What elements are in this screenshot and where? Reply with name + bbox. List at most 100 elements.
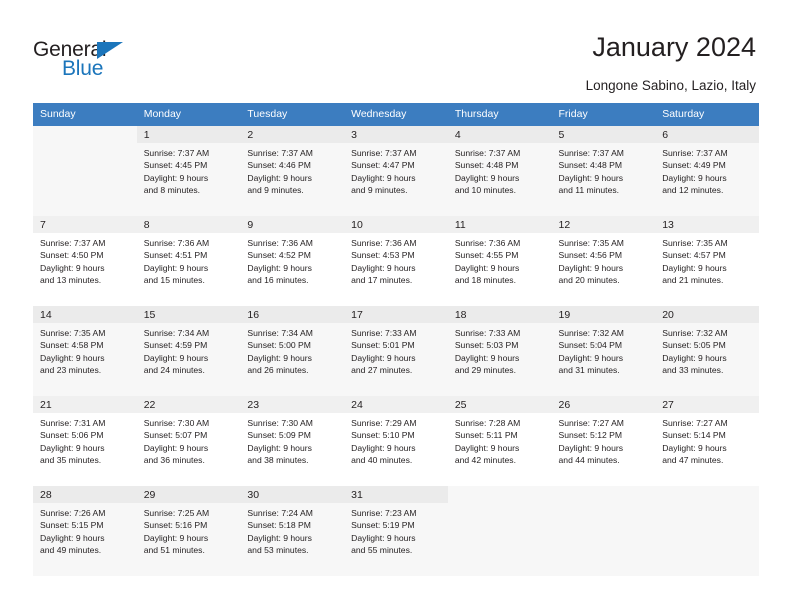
sunrise-text: Sunrise: 7:37 AM — [351, 148, 417, 158]
sunrise-text: Sunrise: 7:29 AM — [351, 418, 417, 428]
calendar-day-cell[interactable]: 8 Sunrise: 7:36 AM Sunset: 4:51 PM Daylight… — [136, 216, 241, 306]
calendar-day-cell[interactable]: 31 Sunrise: 7:23 AM Sunset: 5:19 PM Dayligh… — [344, 486, 448, 576]
calendar-day-cell[interactable]: 28 Sunrise: 7:26 AM Sunset: 5:15 PM Dayligh… — [33, 486, 137, 576]
daylight-text-line1: Daylight: 9 hours — [351, 352, 416, 363]
daylight-text-line2: and 33 minutes. — [662, 365, 724, 376]
day-number: 20 — [655, 306, 759, 323]
daylight-text-line2: and 55 minutes. — [351, 545, 413, 556]
day-details: Sunrise: 7:25 AM Sunset: 5:16 PM Daylight:… — [137, 503, 241, 557]
calendar-day-cell[interactable]: 7 Sunrise: 7:37 AM Sunset: 4:50 PM Daylight… — [33, 216, 137, 306]
day-details: Sunrise: 7:36 AM Sunset: 4:52 PM Daylight:… — [240, 233, 344, 287]
day-number: 27 — [655, 396, 759, 413]
day-number: 18 — [447, 306, 552, 323]
day-number: 25 — [447, 396, 552, 413]
calendar-day-cell[interactable]: 24 Sunrise: 7:29 AM Sunset: 5:10 PM Dayligh… — [344, 396, 448, 486]
sunset-text: Sunset: 5:10 PM — [351, 430, 415, 441]
calendar-day-cell[interactable]: 15 Sunrise: 7:34 AM Sunset: 4:59 PM Dayligh… — [136, 306, 241, 396]
calendar-day-cell[interactable]: 22 Sunrise: 7:30 AM Sunset: 5:07 PM Dayligh… — [136, 396, 241, 486]
calendar-day-cell[interactable]: 19 Sunrise: 7:32 AM Sunset: 5:04 PM Dayligh… — [551, 306, 656, 396]
sunset-text: Sunset: 4:48 PM — [454, 160, 519, 171]
calendar-day-cell[interactable]: 3 Sunrise: 7:37 AM Sunset: 4:47 PM Daylight… — [344, 126, 448, 216]
day-details: Sunrise: 7:29 AM Sunset: 5:10 PM Daylight:… — [344, 413, 448, 467]
calendar-day-cell[interactable]: 20 Sunrise: 7:32 AM Sunset: 5:05 PM Dayligh… — [655, 306, 759, 396]
calendar-page: General Blue January 2024 Longone Sabino… — [0, 0, 792, 612]
calendar-day-cell[interactable]: 30 Sunrise: 7:24 AM Sunset: 5:18 PM Dayligh… — [240, 486, 345, 576]
daylight-text-line2: and 11 minutes. — [558, 185, 620, 196]
calendar-day-cell[interactable]: 29 Sunrise: 7:25 AM Sunset: 5:16 PM Dayligh… — [136, 486, 241, 576]
day-details: Sunrise: 7:37 AM Sunset: 4:48 PM Daylight:… — [448, 143, 552, 197]
calendar-day-cell[interactable]: 9 Sunrise: 7:36 AM Sunset: 4:52 PM Daylight… — [240, 216, 345, 306]
sunrise-text: Sunrise: 7:30 AM — [247, 418, 313, 428]
day-details: Sunrise: 7:33 AM Sunset: 5:03 PM Daylight:… — [448, 323, 552, 377]
day-details: Sunrise: 7:35 AM Sunset: 4:57 PM Daylight:… — [655, 233, 759, 287]
sunset-text: Sunset: 5:03 PM — [454, 340, 519, 351]
calendar-day-cell[interactable]: 11 Sunrise: 7:36 AM Sunset: 4:55 PM Dayligh… — [447, 216, 552, 306]
calendar-week-row: 14 Sunrise: 7:35 AM Sunset: 4:58 PM Dayligh… — [33, 306, 759, 396]
daylight-text-line2: and 13 minutes. — [40, 275, 102, 286]
daylight-text-line2: and 8 minutes. — [143, 185, 201, 196]
daylight-text-line1: Daylight: 9 hours — [143, 442, 209, 453]
daylight-text-line1: Daylight: 9 hours — [40, 532, 105, 543]
day-number: 22 — [136, 396, 241, 413]
calendar-day-cell[interactable]: 25 Sunrise: 7:28 AM Sunset: 5:11 PM Dayligh… — [447, 396, 552, 486]
sunrise-text: Sunrise: 7:32 AM — [558, 328, 624, 338]
calendar-day-cell[interactable]: 12 Sunrise: 7:35 AM Sunset: 4:56 PM Dayligh… — [551, 216, 656, 306]
day-number: 1 — [136, 126, 241, 143]
page-title: January 2024 — [592, 32, 756, 62]
calendar-day-cell[interactable]: 16 Sunrise: 7:34 AM Sunset: 5:00 PM Dayligh… — [240, 306, 345, 396]
sunrise-text: Sunrise: 7:30 AM — [143, 418, 210, 428]
daylight-text-line1: Daylight: 9 hours — [454, 442, 520, 453]
day-details: Sunrise: 7:31 AM Sunset: 5:06 PM Daylight:… — [33, 413, 137, 467]
calendar-day-cell[interactable]: 23 Sunrise: 7:30 AM Sunset: 5:09 PM Dayligh… — [240, 396, 345, 486]
day-number: 11 — [447, 216, 552, 233]
weekday-header-tuesday: Tuesday — [240, 103, 345, 126]
weekday-header-monday: Monday — [136, 103, 241, 126]
daylight-text-line2: and 31 minutes. — [558, 365, 620, 376]
sunrise-text: Sunrise: 7:27 AM — [662, 418, 728, 428]
weekday-header-thursday: Thursday — [447, 103, 552, 126]
day-details: Sunrise: 7:26 AM Sunset: 5:15 PM Daylight:… — [33, 503, 137, 557]
daylight-text-line2: and 38 minutes. — [247, 455, 309, 466]
calendar-day-cell[interactable]: 14 Sunrise: 7:35 AM Sunset: 4:58 PM Dayligh… — [33, 306, 137, 396]
day-details: Sunrise: 7:36 AM Sunset: 4:53 PM Daylight:… — [344, 233, 448, 287]
calendar-day-cell[interactable]: 26 Sunrise: 7:27 AM Sunset: 5:12 PM Dayligh… — [551, 396, 656, 486]
day-details: Sunrise: 7:30 AM Sunset: 5:09 PM Daylight:… — [240, 413, 344, 467]
calendar-day-cell[interactable]: 17 Sunrise: 7:33 AM Sunset: 5:01 PM Dayligh… — [344, 306, 448, 396]
sunrise-text: Sunrise: 7:24 AM — [247, 508, 313, 518]
day-details: Sunrise: 7:27 AM Sunset: 5:12 PM Daylight:… — [552, 413, 656, 467]
calendar-day-cell[interactable]: 4 Sunrise: 7:37 AM Sunset: 4:48 PM Daylight… — [447, 126, 552, 216]
calendar-day-cell[interactable]: 1 Sunrise: 7:37 AM Sunset: 4:45 PM Daylight… — [136, 126, 241, 216]
weekday-header-row: Sunday Monday Tuesday Wednesday Thursday… — [33, 103, 759, 126]
daylight-text-line1: Daylight: 9 hours — [558, 262, 624, 273]
weekday-header-saturday: Saturday — [655, 103, 759, 126]
calendar-day-cell[interactable]: 5 Sunrise: 7:37 AM Sunset: 4:48 PM Daylight… — [551, 126, 656, 216]
sunrise-text: Sunrise: 7:34 AM — [143, 328, 210, 338]
daylight-text-line1: Daylight: 9 hours — [662, 172, 727, 183]
calendar-day-cell[interactable]: 6 Sunrise: 7:37 AM Sunset: 4:49 PM Daylight… — [655, 126, 759, 216]
daylight-text-line2: and 23 minutes. — [40, 365, 102, 376]
daylight-text-line1: Daylight: 9 hours — [143, 352, 209, 363]
sunset-text: Sunset: 4:52 PM — [247, 250, 311, 261]
daylight-text-line2: and 9 minutes. — [247, 185, 304, 196]
day-details: Sunrise: 7:37 AM Sunset: 4:50 PM Daylight:… — [33, 233, 137, 287]
day-number: 2 — [240, 126, 345, 143]
sunset-text: Sunset: 5:18 PM — [247, 520, 311, 531]
calendar-day-cell[interactable]: 21 Sunrise: 7:31 AM Sunset: 5:06 PM Dayligh… — [33, 396, 137, 486]
brand-logo[interactable]: General Blue — [33, 38, 163, 84]
day-details: Sunrise: 7:34 AM Sunset: 4:59 PM Daylight:… — [137, 323, 241, 377]
calendar-day-cell[interactable]: 2 Sunrise: 7:37 AM Sunset: 4:46 PM Daylight… — [240, 126, 345, 216]
sunrise-text: Sunrise: 7:37 AM — [40, 238, 106, 248]
day-number: 19 — [551, 306, 656, 323]
calendar-week-row: 28 Sunrise: 7:26 AM Sunset: 5:15 PM Dayligh… — [33, 486, 759, 576]
calendar-day-cell[interactable]: 27 Sunrise: 7:27 AM Sunset: 5:14 PM Dayligh… — [655, 396, 759, 486]
sunset-text: Sunset: 5:00 PM — [247, 340, 311, 351]
sunset-text: Sunset: 5:05 PM — [662, 340, 726, 351]
calendar-day-cell[interactable]: 13 Sunrise: 7:35 AM Sunset: 4:57 PM Dayligh… — [655, 216, 759, 306]
calendar-day-cell[interactable]: 18 Sunrise: 7:33 AM Sunset: 5:03 PM Dayligh… — [447, 306, 552, 396]
day-number: 12 — [551, 216, 656, 233]
calendar-day-cell[interactable]: 10 Sunrise: 7:36 AM Sunset: 4:53 PM Dayligh… — [344, 216, 448, 306]
sunrise-text: Sunrise: 7:23 AM — [351, 508, 417, 518]
sunset-text: Sunset: 4:58 PM — [40, 340, 104, 351]
sunrise-text: Sunrise: 7:26 AM — [40, 508, 106, 518]
daylight-text-line1: Daylight: 9 hours — [40, 262, 105, 273]
